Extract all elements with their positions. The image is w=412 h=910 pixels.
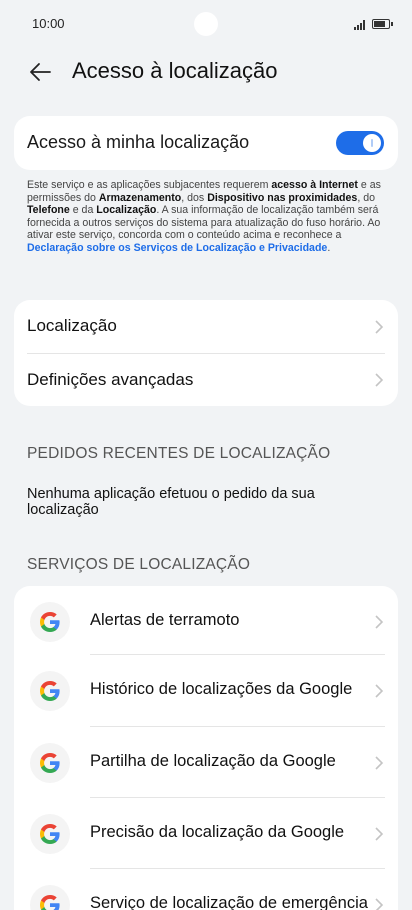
disclaimer-text: , do: [357, 191, 375, 204]
back-arrow-icon: [30, 63, 51, 81]
disclaimer-storage: Armazenamento: [98, 191, 182, 204]
camera-cutout: [194, 12, 218, 36]
google-icon: [30, 743, 70, 783]
status-time: 10:00: [32, 16, 65, 31]
location-access-card: Acesso à minha localização: [14, 116, 398, 170]
chevron-right-icon: [375, 898, 384, 910]
status-bar: 10:00: [0, 0, 412, 50]
battery-icon: [372, 19, 393, 29]
service-item-location-accuracy[interactable]: Precisão da localização da Google: [14, 798, 398, 870]
location-services-header: SERVIÇOS DE LOCALIZAÇÃO: [27, 556, 251, 573]
recent-requests-empty: Nenhuma aplicação efetuou o pedido da su…: [27, 486, 315, 518]
service-label: Alertas de terramoto: [90, 611, 240, 629]
chevron-right-icon: [375, 684, 384, 698]
service-label: Serviço de localização de emergência: [90, 894, 368, 910]
disclaimer-phone: Telefone: [27, 204, 70, 217]
service-label: Histórico de localizações da Google: [90, 680, 353, 698]
location-disclaimer: Este serviço e as aplicações subjacentes…: [27, 179, 389, 255]
disclaimer-internet: acesso à Internet: [271, 179, 358, 191]
google-icon: [30, 814, 70, 854]
service-label: Precisão da localização da Google: [90, 823, 345, 841]
app-bar: Acesso à localização: [0, 50, 412, 94]
location-access-toggle[interactable]: [336, 131, 384, 155]
disclaimer-location: Localização: [96, 204, 157, 217]
chevron-right-icon: [375, 320, 384, 334]
service-item-earthquake-alerts[interactable]: Alertas de terramoto: [14, 586, 398, 658]
back-button[interactable]: [24, 56, 56, 88]
disclaimer-text: .: [327, 241, 331, 254]
menu-item-location[interactable]: Localização: [14, 300, 398, 353]
google-icon: [30, 885, 70, 910]
google-icon: [30, 602, 70, 642]
location-access-label: Acesso à minha localização: [27, 132, 250, 152]
chevron-right-icon: [375, 373, 384, 387]
location-menu-card: Localização Definições avançadas: [14, 300, 398, 406]
chevron-right-icon: [375, 756, 384, 770]
disclaimer-nearby-devices: Dispositivo nas proximidades: [207, 191, 358, 204]
service-item-location-history[interactable]: Histórico de localizações da Google: [14, 655, 398, 727]
recent-requests-header: PEDIDOS RECENTES DE LOCALIZAÇÃO: [27, 445, 331, 462]
service-item-location-sharing[interactable]: Partilha de localização da Google: [14, 727, 398, 799]
menu-item-label: Localização: [27, 316, 117, 335]
menu-item-advanced-settings[interactable]: Definições avançadas: [14, 353, 398, 406]
signal-icon: [354, 20, 368, 30]
service-item-emergency-location[interactable]: Serviço de localização de emergência: [14, 869, 398, 910]
disclaimer-text: e da: [69, 204, 97, 217]
service-label: Partilha de localização da Google: [90, 752, 336, 770]
disclaimer-text: Este serviço e as aplicações subjacentes…: [27, 179, 272, 191]
page-title: Acesso à localização: [72, 58, 278, 83]
location-services-card: Alertas de terramoto Histórico de locali…: [14, 586, 398, 910]
google-icon: [30, 671, 70, 711]
privacy-statement-link[interactable]: Declaração sobre os Serviços de Localiza…: [27, 242, 327, 254]
menu-item-label: Definições avançadas: [27, 370, 194, 389]
toggle-knob: [363, 134, 381, 152]
disclaimer-text: , dos: [181, 191, 208, 204]
chevron-right-icon: [375, 827, 384, 841]
chevron-right-icon: [375, 615, 384, 629]
